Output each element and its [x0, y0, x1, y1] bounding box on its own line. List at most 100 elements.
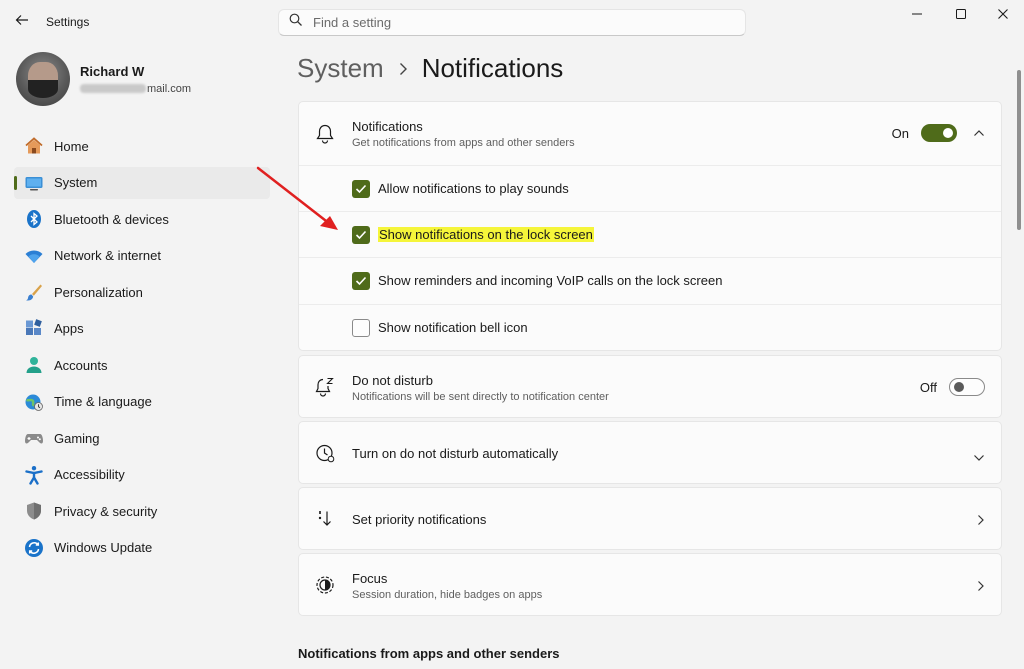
- minimize-button[interactable]: [902, 4, 932, 28]
- title-bar: Settings: [0, 0, 1024, 44]
- chevron-up-icon[interactable]: [973, 129, 985, 137]
- notifications-subtitle: Get notifications from apps and other se…: [352, 137, 575, 149]
- sidebar-nav: Home System Bluetooth & devices Network …: [14, 130, 270, 568]
- sidebar-item-label: Home: [54, 138, 89, 154]
- user-profile[interactable]: Richard W mail.com: [16, 52, 191, 106]
- notifications-header[interactable]: Notifications Get notifications from app…: [299, 102, 1001, 166]
- sidebar-item-bluetooth[interactable]: Bluetooth & devices: [14, 203, 270, 235]
- lock-screen-label: Show notifications on the lock screen: [378, 227, 594, 242]
- sidebar-item-privacy-security[interactable]: Privacy & security: [14, 495, 270, 527]
- search-icon: [289, 13, 303, 32]
- option-row-bell-icon[interactable]: Show notification bell icon: [299, 304, 1001, 350]
- profile-email-suffix: mail.com: [147, 82, 192, 95]
- checkmark-icon: [355, 276, 367, 285]
- back-button[interactable]: [10, 10, 34, 34]
- chevron-right-icon[interactable]: [977, 579, 985, 597]
- sidebar-item-accounts[interactable]: Accounts: [14, 349, 270, 381]
- focus-card: Focus Session duration, hide badges on a…: [298, 553, 1002, 616]
- breadcrumb: System Notifications: [297, 53, 563, 84]
- system-monitor-icon: [24, 173, 44, 193]
- breadcrumb-parent[interactable]: System: [297, 53, 384, 84]
- search-input[interactable]: [313, 15, 713, 30]
- app-title: Settings: [46, 15, 90, 29]
- sidebar-item-label: Personalization: [54, 284, 143, 300]
- sidebar-item-label: Accessibility: [54, 467, 125, 482]
- close-button[interactable]: [988, 4, 1018, 28]
- sidebar-item-personalization[interactable]: Personalization: [14, 276, 270, 308]
- bell-icon-checkbox[interactable]: [352, 318, 370, 337]
- sidebar-item-system[interactable]: System: [14, 166, 270, 199]
- chevron-down-icon[interactable]: [973, 449, 985, 467]
- maximize-button[interactable]: [946, 4, 976, 28]
- sidebar-item-label: Gaming: [54, 430, 100, 446]
- dnd-toggle[interactable]: [949, 378, 985, 396]
- redacted-email-part: [80, 84, 146, 93]
- sounds-label: Allow notifications to play sounds: [378, 181, 569, 196]
- priority-card: Set priority notifications: [298, 487, 1002, 550]
- sidebar-item-accessibility[interactable]: Accessibility: [14, 459, 270, 491]
- bell-snooze-icon: [315, 377, 335, 397]
- sidebar-item-label: Bluetooth & devices: [54, 211, 169, 227]
- sidebar-item-label: Windows Update: [54, 540, 153, 555]
- dnd-state-label: Off: [919, 379, 937, 395]
- option-row-lock-screen[interactable]: Show notifications on the lock screen: [299, 211, 1001, 257]
- accessibility-icon: [24, 465, 44, 485]
- reminders-voip-checkbox[interactable]: [352, 271, 370, 290]
- sidebar-item-label: Network & internet: [54, 248, 161, 263]
- sidebar-item-label: Time & language: [54, 394, 152, 409]
- notifications-toggle[interactable]: [921, 124, 957, 142]
- apps-icon: [24, 318, 44, 339]
- chevron-right-icon: [398, 62, 408, 76]
- sidebar-item-network[interactable]: Network & internet: [14, 240, 270, 272]
- sidebar-item-gaming[interactable]: Gaming: [14, 422, 270, 454]
- apps-senders-section-heading: Notifications from apps and other sender…: [298, 646, 560, 661]
- profile-name: Richard W: [80, 63, 145, 79]
- dnd-title: Do not disturb: [352, 373, 433, 388]
- dnd-subtitle: Notifications will be sent directly to n…: [352, 391, 609, 403]
- globe-clock-icon: [24, 392, 44, 412]
- dnd-auto-card: Turn on do not disturb automatically: [298, 421, 1002, 484]
- chevron-right-icon[interactable]: [977, 513, 985, 531]
- sidebar-item-label: Privacy & security: [54, 503, 158, 519]
- scrollbar[interactable]: [1017, 70, 1021, 230]
- sidebar-item-apps[interactable]: Apps: [14, 313, 270, 345]
- brush-icon: [24, 282, 44, 302]
- sidebar-item-windows-update[interactable]: Windows Update: [14, 532, 270, 564]
- do-not-disturb-card: Do not disturb Notifications will be sen…: [298, 355, 1002, 418]
- bell-icon-label: Show notification bell icon: [378, 320, 528, 335]
- minimize-icon: [911, 7, 923, 25]
- sidebar-item-label: System: [54, 175, 98, 190]
- sidebar-item-home[interactable]: Home: [14, 130, 270, 162]
- avatar: [16, 52, 70, 106]
- dnd-auto-title: Turn on do not disturb automatically: [352, 446, 559, 461]
- do-not-disturb-row[interactable]: Do not disturb Notifications will be sen…: [299, 356, 1001, 419]
- option-row-reminders-voip[interactable]: Show reminders and incoming VoIP calls o…: [299, 257, 1001, 303]
- bluetooth-icon: [24, 209, 44, 229]
- checkmark-icon: [355, 230, 367, 239]
- arrow-left-icon: [15, 13, 29, 32]
- search-box[interactable]: [278, 9, 746, 36]
- dnd-auto-row[interactable]: Turn on do not disturb automatically: [299, 422, 1001, 485]
- reminders-voip-label: Show reminders and incoming VoIP calls o…: [378, 273, 723, 288]
- lock-screen-checkbox[interactable]: [352, 225, 370, 244]
- notifications-title: Notifications: [352, 119, 423, 134]
- focus-icon: [315, 575, 335, 595]
- bell-icon: [315, 124, 335, 144]
- sidebar-item-label: Apps: [54, 321, 84, 336]
- checkmark-icon: [355, 184, 367, 193]
- priority-row[interactable]: Set priority notifications: [299, 488, 1001, 551]
- page-title: Notifications: [421, 53, 564, 83]
- sidebar-item-time-language[interactable]: Time & language: [14, 386, 270, 418]
- gamepad-icon: [24, 428, 44, 448]
- focus-title: Focus: [352, 571, 388, 586]
- profile-email: mail.com: [80, 83, 191, 95]
- sidebar-item-label: Accounts: [54, 357, 108, 373]
- clock-icon: [315, 443, 335, 463]
- home-icon: [24, 136, 44, 156]
- option-row-sounds[interactable]: Allow notifications to play sounds: [299, 165, 1001, 211]
- wifi-icon: [24, 246, 44, 266]
- windows-update-icon: [24, 538, 44, 558]
- focus-row[interactable]: Focus Session duration, hide badges on a…: [299, 554, 1001, 617]
- sounds-checkbox[interactable]: [352, 179, 370, 198]
- accounts-icon: [24, 355, 44, 375]
